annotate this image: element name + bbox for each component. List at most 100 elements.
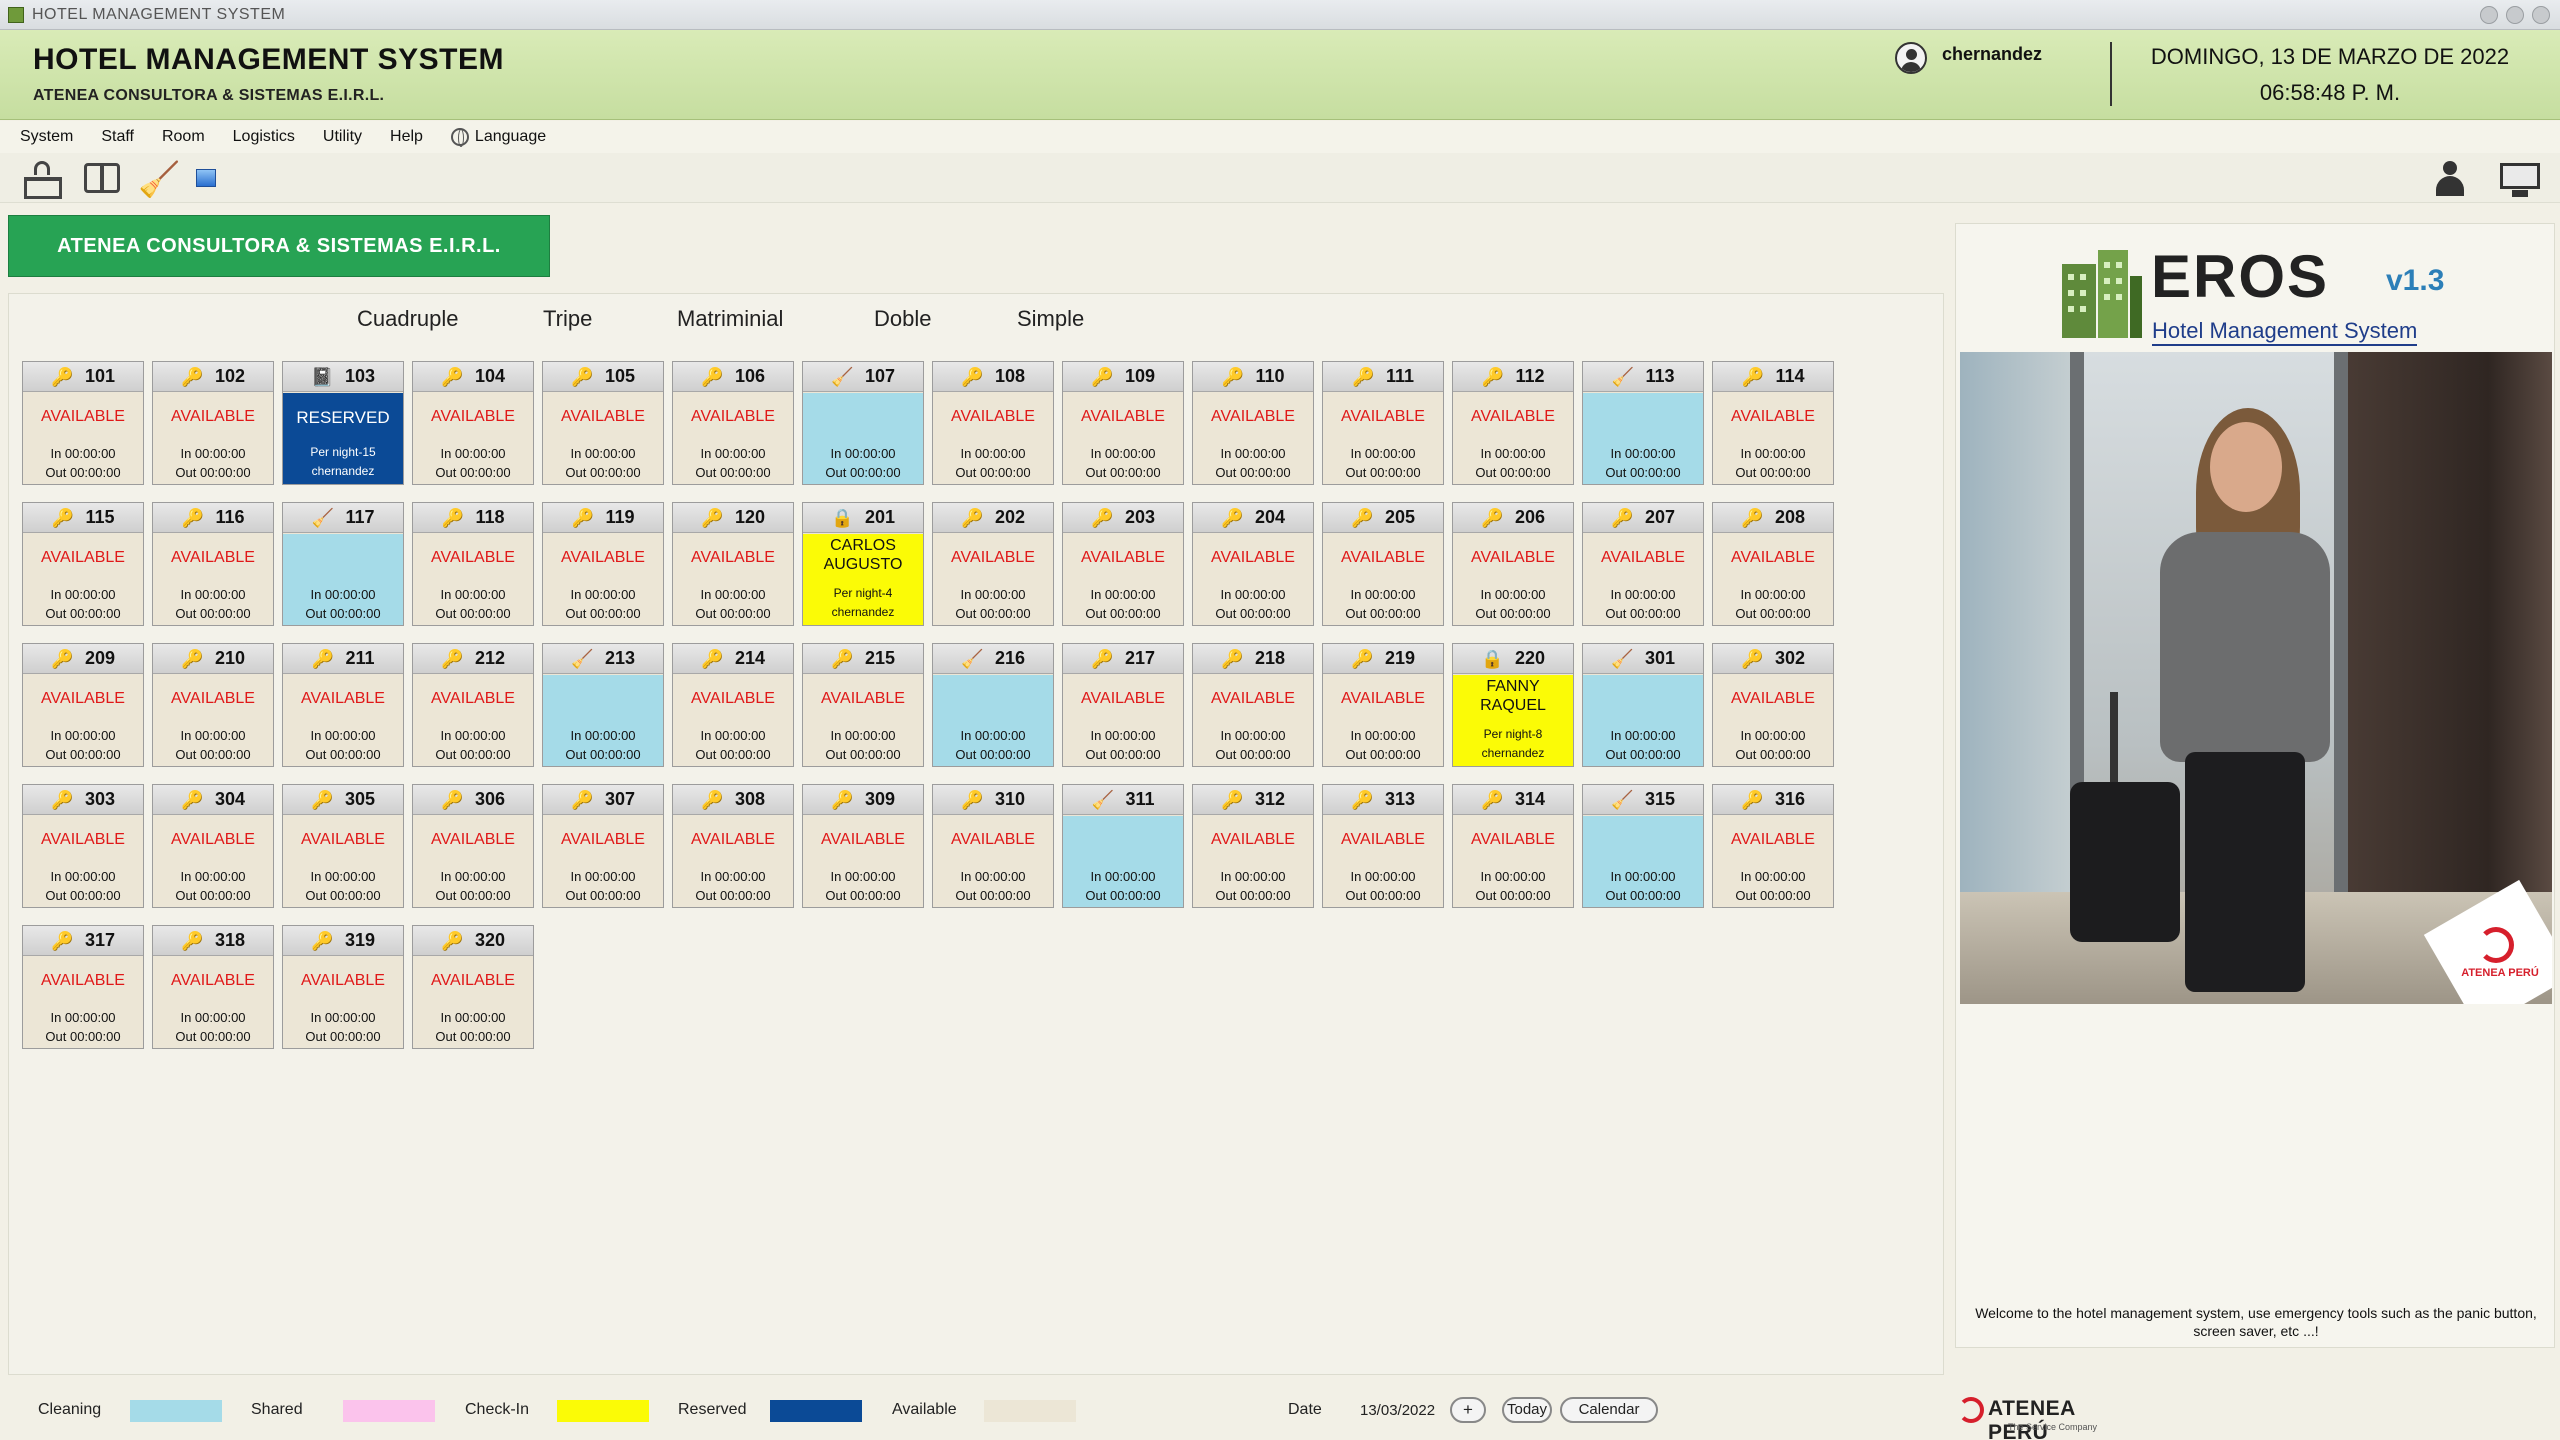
room-tile[interactable]: 🔑 202 AVAILABLE In 00:00:00 Out 00:00:00 [932,502,1054,626]
menu-logistics[interactable]: Logistics [233,128,295,146]
broom-icon[interactable]: 🧹 [138,159,180,201]
room-tile[interactable]: 🔑 308 AVAILABLE In 00:00:00 Out 00:00:00 [672,784,794,908]
room-tile[interactable]: 🔑 303 AVAILABLE In 00:00:00 Out 00:00:00 [22,784,144,908]
room-tile[interactable]: 📓 103 RESERVED Per night-15 chernandez [282,361,404,485]
room-tile[interactable]: 🔑 217 AVAILABLE In 00:00:00 Out 00:00:00 [1062,643,1184,767]
room-tile[interactable]: 🔑 205 AVAILABLE In 00:00:00 Out 00:00:00 [1322,502,1444,626]
room-tile[interactable]: 🔑 305 AVAILABLE In 00:00:00 Out 00:00:00 [282,784,404,908]
filter-tripe[interactable]: Tripe [543,306,592,332]
close-button[interactable] [2532,6,2550,24]
room-tile[interactable]: 🔑 318 AVAILABLE In 00:00:00 Out 00:00:00 [152,925,274,1049]
room-tile[interactable]: 🔑 118 AVAILABLE In 00:00:00 Out 00:00:00 [412,502,534,626]
room-tile[interactable]: 🔑 207 AVAILABLE In 00:00:00 Out 00:00:00 [1582,502,1704,626]
person-icon[interactable] [2432,159,2468,199]
room-tile[interactable]: 🔑 313 AVAILABLE In 00:00:00 Out 00:00:00 [1322,784,1444,908]
date-value[interactable]: 13/03/2022 [1360,1402,1435,1419]
add-button[interactable]: + [1450,1397,1486,1423]
room-tile[interactable]: 🧹 117 In 00:00:00 Out 00:00:00 [282,502,404,626]
room-tile[interactable]: 🔑 106 AVAILABLE In 00:00:00 Out 00:00:00 [672,361,794,485]
room-tile[interactable]: 🔑 211 AVAILABLE In 00:00:00 Out 00:00:00 [282,643,404,767]
room-tile[interactable]: 🔑 317 AVAILABLE In 00:00:00 Out 00:00:00 [22,925,144,1049]
room-tile[interactable]: 🔑 319 AVAILABLE In 00:00:00 Out 00:00:00 [282,925,404,1049]
room-tile[interactable]: 🔑 209 AVAILABLE In 00:00:00 Out 00:00:00 [22,643,144,767]
room-tile[interactable]: 🔑 314 AVAILABLE In 00:00:00 Out 00:00:00 [1452,784,1574,908]
room-tile[interactable]: 🔑 219 AVAILABLE In 00:00:00 Out 00:00:00 [1322,643,1444,767]
room-checkin-time: In 00:00:00 [830,728,896,743]
room-header: 🔑 314 [1453,785,1573,815]
filter-doble[interactable]: Doble [874,306,931,332]
room-tile[interactable]: 🔑 214 AVAILABLE In 00:00:00 Out 00:00:00 [672,643,794,767]
menu-language[interactable]: Language [450,128,546,147]
room-tile[interactable]: 🧹 213 In 00:00:00 Out 00:00:00 [542,643,664,767]
basket-icon[interactable] [22,159,64,199]
room-tile[interactable]: 🔑 218 AVAILABLE In 00:00:00 Out 00:00:00 [1192,643,1314,767]
filter-simple[interactable]: Simple [1017,306,1084,332]
menu-utility[interactable]: Utility [323,128,362,146]
room-tile[interactable]: 🔑 316 AVAILABLE In 00:00:00 Out 00:00:00 [1712,784,1834,908]
room-tile[interactable]: 🔑 101 AVAILABLE In 00:00:00 Out 00:00:00 [22,361,144,485]
room-tile[interactable]: 🔑 304 AVAILABLE In 00:00:00 Out 00:00:00 [152,784,274,908]
menu-system[interactable]: System [20,128,73,146]
room-tile[interactable]: 🔑 212 AVAILABLE In 00:00:00 Out 00:00:00 [412,643,534,767]
room-tile[interactable]: 🔒 220 FANNY RAQUEL Per night-8 chernandez [1452,643,1574,767]
room-tile[interactable]: 🧹 216 In 00:00:00 Out 00:00:00 [932,643,1054,767]
room-checkout-time: Out 00:00:00 [1345,888,1421,903]
room-tile[interactable]: 🔑 120 AVAILABLE In 00:00:00 Out 00:00:00 [672,502,794,626]
room-tile[interactable]: 🔑 215 AVAILABLE In 00:00:00 Out 00:00:00 [802,643,924,767]
room-tile[interactable]: 🔑 312 AVAILABLE In 00:00:00 Out 00:00:00 [1192,784,1314,908]
room-tile[interactable]: 🔑 115 AVAILABLE In 00:00:00 Out 00:00:00 [22,502,144,626]
room-tile[interactable]: 🔑 110 AVAILABLE In 00:00:00 Out 00:00:00 [1192,361,1314,485]
room-tile[interactable]: 🔑 204 AVAILABLE In 00:00:00 Out 00:00:00 [1192,502,1314,626]
today-button[interactable]: Today [1502,1397,1552,1423]
room-status: AVAILABLE [1471,549,1555,566]
room-tile[interactable]: 🔑 208 AVAILABLE In 00:00:00 Out 00:00:00 [1712,502,1834,626]
room-number: 105 [604,366,636,386]
room-tile[interactable]: 🔑 302 AVAILABLE In 00:00:00 Out 00:00:00 [1712,643,1834,767]
calendar-button[interactable]: Calendar [1560,1397,1658,1423]
room-tile[interactable]: 🔑 105 AVAILABLE In 00:00:00 Out 00:00:00 [542,361,664,485]
room-tile[interactable]: 🧹 311 In 00:00:00 Out 00:00:00 [1062,784,1184,908]
room-tile[interactable]: 🧹 301 In 00:00:00 Out 00:00:00 [1582,643,1704,767]
room-tile[interactable]: 🔑 119 AVAILABLE In 00:00:00 Out 00:00:00 [542,502,664,626]
room-tile[interactable]: 🧹 113 In 00:00:00 Out 00:00:00 [1582,361,1704,485]
atenea-mark-icon [1958,1397,1984,1423]
company-button[interactable]: ATENEA CONSULTORA & SISTEMAS E.I.R.L. [8,215,550,277]
menu-help[interactable]: Help [390,128,423,146]
room-tile[interactable]: 🔑 109 AVAILABLE In 00:00:00 Out 00:00:00 [1062,361,1184,485]
room-tile[interactable]: 🔑 116 AVAILABLE In 00:00:00 Out 00:00:00 [152,502,274,626]
filter-matriminial[interactable]: Matriminial [677,306,783,332]
image-icon[interactable] [196,169,216,187]
room-body: AVAILABLE In 00:00:00 Out 00:00:00 [803,675,923,766]
room-tile[interactable]: 🔑 306 AVAILABLE In 00:00:00 Out 00:00:00 [412,784,534,908]
room-tile[interactable]: 🔑 111 AVAILABLE In 00:00:00 Out 00:00:00 [1322,361,1444,485]
room-body: AVAILABLE In 00:00:00 Out 00:00:00 [1323,393,1443,484]
menu-room[interactable]: Room [162,128,205,146]
room-tile[interactable]: 🧹 315 In 00:00:00 Out 00:00:00 [1582,784,1704,908]
room-tile[interactable]: 🔑 307 AVAILABLE In 00:00:00 Out 00:00:00 [542,784,664,908]
room-tile[interactable]: 🔑 320 AVAILABLE In 00:00:00 Out 00:00:00 [412,925,534,1049]
atenea-badge-logo: ATENEA PERÚ [2461,927,2539,987]
room-tile[interactable]: 🔑 102 AVAILABLE In 00:00:00 Out 00:00:00 [152,361,274,485]
legend-label-checkin: Check-In [465,1401,530,1418]
room-tile[interactable]: 🔑 206 AVAILABLE In 00:00:00 Out 00:00:00 [1452,502,1574,626]
room-status: AVAILABLE [1211,408,1295,425]
room-checkin-time: In 00:00:00 [830,446,896,461]
monitor-icon[interactable] [2500,163,2540,199]
menu-staff[interactable]: Staff [101,128,134,146]
room-tile[interactable]: 🔑 108 AVAILABLE In 00:00:00 Out 00:00:00 [932,361,1054,485]
room-tile[interactable]: 🔑 310 AVAILABLE In 00:00:00 Out 00:00:00 [932,784,1054,908]
room-checkin-time: In 00:00:00 [1090,728,1156,743]
room-tile[interactable]: 🔑 210 AVAILABLE In 00:00:00 Out 00:00:00 [152,643,274,767]
room-tile[interactable]: 🧹 107 In 00:00:00 Out 00:00:00 [802,361,924,485]
maximize-button[interactable] [2506,6,2524,24]
book-icon[interactable] [84,159,124,199]
room-tile[interactable]: 🔑 114 AVAILABLE In 00:00:00 Out 00:00:00 [1712,361,1834,485]
room-tile[interactable]: 🔑 112 AVAILABLE In 00:00:00 Out 00:00:00 [1452,361,1574,485]
broom-icon: 🧹 [570,648,594,669]
minimize-button[interactable] [2480,6,2498,24]
room-tile[interactable]: 🔒 201 CARLOS AUGUSTO Per night-4 chernandez [802,502,924,626]
room-tile[interactable]: 🔑 104 AVAILABLE In 00:00:00 Out 00:00:00 [412,361,534,485]
room-tile[interactable]: 🔑 309 AVAILABLE In 00:00:00 Out 00:00:00 [802,784,924,908]
filter-cuadruple[interactable]: Cuadruple [357,306,459,332]
room-tile[interactable]: 🔑 203 AVAILABLE In 00:00:00 Out 00:00:00 [1062,502,1184,626]
